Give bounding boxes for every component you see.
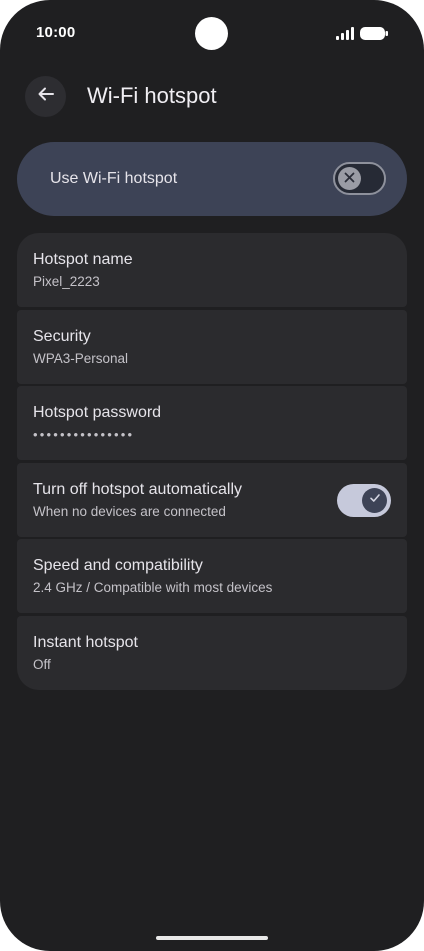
arrow-back-icon [36, 84, 56, 109]
setting-security[interactable]: Security WPA3-Personal [17, 309, 407, 384]
back-button[interactable] [25, 76, 66, 117]
status-icons [336, 27, 388, 40]
setting-title: Speed and compatibility [33, 557, 203, 575]
setting-title: Instant hotspot [33, 633, 138, 651]
setting-hotspot-password[interactable]: Hotspot password ••••••••••••••• [17, 386, 407, 461]
setting-subtitle: WPA3-Personal [33, 350, 129, 366]
setting-title: Turn off hotspot automatically [33, 480, 242, 498]
setting-turn-off-automatically[interactable]: Turn off hotspot automatically When no d… [17, 462, 407, 537]
home-indicator[interactable] [156, 936, 268, 940]
setting-subtitle: Off [33, 656, 51, 672]
setting-speed-compatibility[interactable]: Speed and compatibility 2.4 GHz / Compat… [17, 539, 407, 614]
setting-title: Hotspot password [33, 404, 162, 422]
phone-screen: 10:00 Wi-Fi hotspot Use Wi-Fi hotspot Ho… [0, 0, 424, 951]
setting-subtitle: When no devices are connected [33, 503, 226, 519]
battery-full-icon [360, 27, 388, 40]
setting-subtitle: 2.4 GHz / Compatible with most devices [33, 580, 273, 596]
setting-instant-hotspot[interactable]: Instant hotspot Off [17, 615, 407, 690]
use-wifi-hotspot-toggle-card[interactable]: Use Wi-Fi hotspot [17, 142, 407, 216]
password-dots: ••••••••••••••• [33, 427, 135, 443]
switch-thumb [362, 487, 387, 513]
settings-list: Hotspot name Pixel_2223 Security WPA3-Pe… [17, 233, 407, 690]
close-icon [344, 170, 355, 188]
status-time: 10:00 [36, 24, 76, 41]
setting-hotspot-name[interactable]: Hotspot name Pixel_2223 [17, 233, 407, 307]
use-wifi-hotspot-label: Use Wi-Fi hotspot [50, 170, 178, 187]
switch-thumb [338, 167, 361, 190]
setting-title: Security [33, 327, 91, 345]
check-icon [369, 491, 381, 509]
setting-title: Hotspot name [33, 251, 133, 268]
camera-cutout [195, 17, 228, 50]
use-wifi-hotspot-switch[interactable] [333, 162, 386, 195]
setting-subtitle: Pixel_2223 [33, 274, 100, 289]
page-title: Wi-Fi hotspot [87, 83, 217, 108]
signal-bars-icon [336, 27, 354, 40]
turn-off-automatically-switch[interactable] [337, 483, 391, 517]
